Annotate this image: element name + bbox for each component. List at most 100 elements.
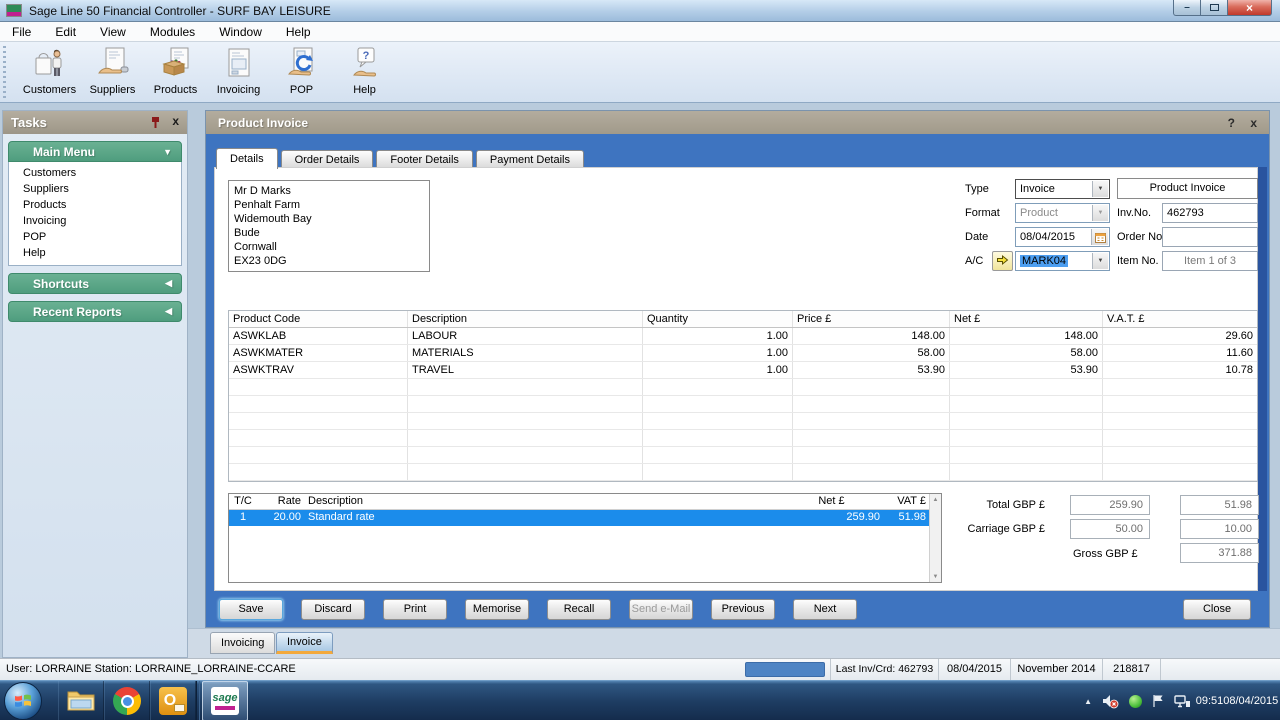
menu-item-view[interactable]: View [88, 22, 138, 42]
clock-date: 08/04/2015 [1223, 694, 1278, 708]
scroll-down-icon[interactable]: ▼ [930, 571, 941, 582]
volume-muted-icon[interactable] [1102, 694, 1119, 709]
table-row[interactable]: ASWKTRAV TRAVEL 1.00 53.90 53.90 10.78 [229, 362, 1257, 379]
sidebar-item-products[interactable]: Products [9, 197, 181, 213]
toolbar-button-suppliers[interactable]: Suppliers [81, 45, 144, 101]
empty-grid-row [229, 447, 1257, 464]
taskbar-button-chrome[interactable] [104, 681, 150, 720]
toolbar-button-invoicing[interactable]: Invoicing [207, 45, 270, 101]
menu-item-modules[interactable]: Modules [138, 22, 207, 42]
tax-analysis-grid: T/C Rate Description Net £ VAT £ 1 20.00… [228, 493, 942, 583]
ac-lookup-button[interactable] [992, 251, 1013, 271]
tab-invoice[interactable]: Invoice [276, 632, 333, 654]
menu-item-file[interactable]: File [0, 22, 43, 42]
tab-invoicing[interactable]: Invoicing [210, 632, 275, 654]
save-button[interactable]: Save [219, 599, 283, 620]
taskbar-button-explorer[interactable] [58, 681, 104, 720]
maximize-button[interactable] [1201, 0, 1228, 16]
menu-item-edit[interactable]: Edit [43, 22, 88, 42]
cell-vat: 10.78 [1103, 362, 1257, 378]
calendar-icon[interactable] [1091, 229, 1108, 245]
cell-quantity: 1.00 [643, 328, 793, 344]
status-ref: 218817 [1102, 659, 1160, 681]
order-no-field[interactable] [1162, 227, 1258, 247]
customers-icon [33, 45, 67, 83]
recent-reports-header[interactable]: Recent Reports ◀ [8, 301, 182, 322]
cell-description: TRAVEL [408, 362, 643, 378]
action-center-flag-icon[interactable] [1152, 694, 1164, 708]
col-description: Description [303, 494, 783, 509]
type-dropdown[interactable]: Invoice ▼ [1015, 179, 1110, 199]
address-line: Widemouth Bay [234, 212, 424, 226]
previous-button[interactable]: Previous [711, 599, 775, 620]
taskbar-button-outlook[interactable]: O [150, 681, 196, 720]
inv-no-field[interactable]: 462793 [1162, 203, 1258, 223]
products-icon [159, 45, 193, 83]
shortcuts-header[interactable]: Shortcuts ◀ [8, 273, 182, 294]
toolbar-label: POP [290, 84, 313, 96]
user-station-text: User: LORRAINE Station: LORRAINE_LORRAIN… [6, 663, 296, 675]
sidebar-item-help[interactable]: Help [9, 245, 181, 261]
toolbar-button-customers[interactable]: Customers [18, 45, 81, 101]
memorise-button[interactable]: Memorise [465, 599, 529, 620]
help-icon[interactable]: ? [1228, 116, 1235, 130]
table-row[interactable]: ASWKLAB LABOUR 1.00 148.00 148.00 29.60 [229, 328, 1257, 345]
network-icon[interactable] [1174, 694, 1191, 708]
next-button[interactable]: Next [793, 599, 857, 620]
windows-logo-icon [13, 690, 33, 713]
table-row[interactable]: 1 20.00 Standard rate 259.90 51.98 [229, 510, 929, 526]
close-icon[interactable]: x [1250, 116, 1257, 130]
cell-quantity: 1.00 [643, 362, 793, 378]
start-button[interactable] [4, 682, 42, 720]
toolbar-button-help[interactable]: ? Help [333, 45, 396, 101]
recall-button[interactable]: Recall [547, 599, 611, 620]
close-icon[interactable]: x [172, 114, 179, 128]
menu-item-help[interactable]: Help [274, 22, 323, 42]
carriage-vat-field[interactable]: 10.00 [1180, 519, 1259, 539]
taskbar: O sage ▲ 09 [0, 680, 1280, 720]
sidebar-item-pop[interactable]: POP [9, 229, 181, 245]
product-invoice-window: Product Invoice ? x Details Order Detail… [205, 110, 1270, 628]
cell-price: 58.00 [793, 345, 950, 361]
col-net: Net £ [950, 311, 1103, 327]
ac-dropdown[interactable]: MARK04 ▼ [1015, 251, 1110, 271]
status-green-icon[interactable] [1129, 695, 1142, 708]
sidebar-item-invoicing[interactable]: Invoicing [9, 213, 181, 229]
menu-item-window[interactable]: Window [207, 22, 274, 42]
pin-icon[interactable] [150, 116, 161, 132]
system-tray: ▲ 09:51 08/04/2015 [1079, 681, 1278, 720]
chevron-down-icon[interactable]: ▼ [1092, 181, 1108, 197]
table-row[interactable]: ASWKMATER MATERIALS 1.00 58.00 58.00 11.… [229, 345, 1257, 362]
sidebar-item-customers[interactable]: Customers [9, 165, 181, 181]
address-line: Penhalt Farm [234, 198, 424, 212]
toolbar-button-products[interactable]: Products [144, 45, 207, 101]
carriage-net-field[interactable]: 50.00 [1070, 519, 1150, 539]
status-empty-segment [1160, 659, 1280, 681]
taskbar-button-sage[interactable]: sage [202, 681, 248, 720]
tray-expand-icon[interactable]: ▲ [1084, 697, 1092, 706]
minimize-button[interactable]: – [1173, 0, 1201, 16]
chevron-down-icon: ▼ [163, 147, 172, 157]
mdi-tab-strip: Invoicing Invoice [188, 628, 1280, 658]
main-menu-header[interactable]: Main Menu ▼ [8, 141, 182, 162]
chevron-down-icon: ▼ [1092, 205, 1108, 221]
date-value: 08/04/2015 [1020, 231, 1075, 243]
date-field[interactable]: 08/04/2015 [1015, 227, 1110, 247]
taskbar-clock[interactable]: 09:51 08/04/2015 [1201, 694, 1273, 708]
status-progress-bar [745, 662, 825, 677]
close-button[interactable]: × [1228, 0, 1272, 16]
cell-net: 259.90 [783, 510, 883, 526]
chevron-down-icon[interactable]: ▼ [1092, 253, 1108, 269]
sidebar-item-suppliers[interactable]: Suppliers [9, 181, 181, 197]
cell-product-code: ASWKLAB [229, 328, 408, 344]
toolbar-button-pop[interactable]: POP [270, 45, 333, 101]
window-title: Sage Line 50 Financial Controller - SURF… [29, 4, 331, 18]
invoice-window-titlebar: Product Invoice ? x [206, 111, 1269, 134]
print-button[interactable]: Print [383, 599, 447, 620]
clock-time: 09:51 [1196, 694, 1224, 708]
close-window-button[interactable]: Close [1183, 599, 1251, 620]
items-grid-header: Product Code Description Quantity Price … [229, 311, 1257, 328]
tab-details[interactable]: Details [216, 148, 278, 169]
discard-button[interactable]: Discard [301, 599, 365, 620]
shortcuts-label: Shortcuts [33, 277, 89, 291]
